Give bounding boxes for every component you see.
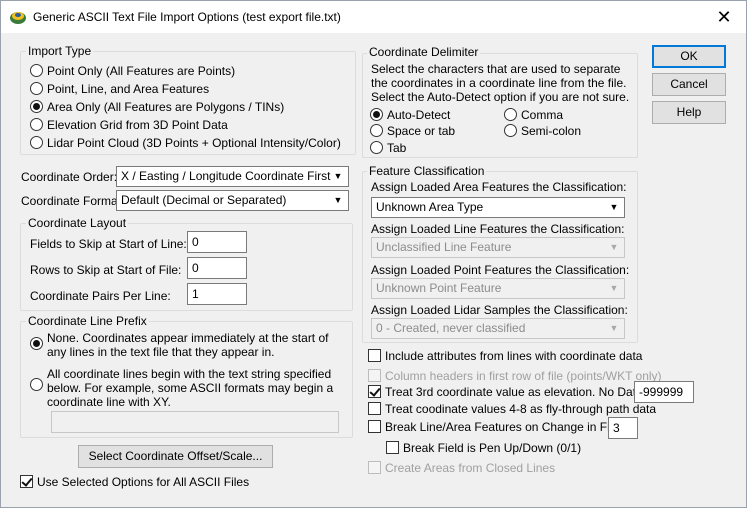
window-title: Generic ASCII Text File Import Options (…	[33, 10, 341, 24]
lidar-class-value: 0 - Created, never classified	[376, 321, 526, 335]
chevron-down-icon: ▼	[609, 202, 619, 212]
help-button[interactable]: Help	[652, 101, 726, 124]
coordinate-order-label: Coordinate Order:	[21, 170, 118, 184]
radio-elevation-grid-label[interactable]: Elevation Grid from 3D Point Data	[47, 118, 228, 132]
semicolon-label[interactable]: Semi-colon	[521, 124, 581, 138]
pairs-per-line-input[interactable]: 1	[187, 283, 247, 305]
fields-skip-input[interactable]: 0	[187, 231, 247, 253]
column-headers-checkbox[interactable]	[368, 369, 381, 382]
lidar-class-label: Assign Loaded Lidar Samples the Classifi…	[371, 303, 628, 317]
radio-prefix-custom[interactable]	[30, 378, 43, 391]
line-prefix-label: Coordinate Line Prefix	[26, 314, 149, 328]
area-class-label: Assign Loaded Area Features the Classifi…	[371, 180, 627, 194]
coordinate-order-select[interactable]: X / Easting / Longitude Coordinate First…	[116, 166, 349, 187]
rows-skip-input[interactable]: 0	[187, 257, 247, 279]
space-tab-label[interactable]: Space or tab	[387, 124, 455, 138]
comma-label[interactable]: Comma	[521, 108, 563, 122]
area-class-value: Unknown Area Type	[376, 200, 484, 214]
radio-area-only[interactable]	[30, 100, 43, 113]
prefix-none-text[interactable]: None. Coordinates appear immediately at …	[47, 331, 337, 359]
radio-lidar-label[interactable]: Lidar Point Cloud (3D Points + Optional …	[47, 136, 341, 150]
radio-semicolon[interactable]	[504, 124, 517, 137]
fields-skip-label: Fields to Skip at Start of Line:	[30, 237, 187, 251]
break-field-input[interactable]: 3	[608, 417, 638, 439]
pairs-per-line-label: Coordinate Pairs Per Line:	[30, 289, 171, 303]
break-pen-label[interactable]: Break Field is Pen Up/Down (0/1)	[403, 441, 581, 455]
coordinate-format-value: Default (Decimal or Separated)	[121, 193, 287, 207]
chevron-down-icon: ▼	[609, 242, 619, 252]
radio-tab[interactable]	[370, 141, 383, 154]
coordinate-order-value: X / Easting / Longitude Coordinate First	[121, 169, 331, 183]
cancel-button[interactable]: Cancel	[652, 73, 726, 96]
tab-label[interactable]: Tab	[387, 141, 406, 155]
feature-classification-label: Feature Classification	[367, 164, 487, 178]
coordinate-layout-label: Coordinate Layout	[26, 216, 129, 230]
point-class-value: Unknown Point Feature	[376, 281, 502, 295]
line-class-label: Assign Loaded Line Features the Classifi…	[371, 222, 625, 236]
break-pen-checkbox[interactable]	[386, 441, 399, 454]
create-areas-label[interactable]: Create Areas from Closed Lines	[385, 461, 555, 475]
include-attrs-label[interactable]: Include attributes from lines with coord…	[385, 349, 642, 363]
chevron-down-icon: ▼	[333, 195, 343, 205]
line-class-value: Unclassified Line Feature	[376, 240, 512, 254]
close-icon[interactable]: ✕	[709, 5, 739, 29]
line-class-select[interactable]: Unclassified Line Feature ▼	[371, 237, 625, 258]
radio-area-only-label[interactable]: Area Only (All Features are Polygons / T…	[47, 100, 284, 114]
use-all-files-label[interactable]: Use Selected Options for All ASCII Files	[37, 475, 249, 489]
auto-detect-label[interactable]: Auto-Detect	[387, 108, 450, 122]
ok-button[interactable]: OK	[652, 45, 726, 68]
treat-3rd-checkbox[interactable]	[368, 385, 381, 398]
point-class-select[interactable]: Unknown Point Feature ▼	[371, 278, 625, 299]
use-all-files-checkbox[interactable]	[20, 475, 33, 488]
radio-auto-detect[interactable]	[370, 108, 383, 121]
break-line-checkbox[interactable]	[368, 420, 381, 433]
chevron-down-icon: ▼	[609, 323, 619, 333]
point-class-label: Assign Loaded Point Features the Classif…	[371, 263, 630, 277]
fly-through-checkbox[interactable]	[368, 402, 381, 415]
break-line-label[interactable]: Break Line/Area Features on Change in Fi…	[385, 420, 626, 434]
prefix-text-input[interactable]	[51, 411, 339, 433]
column-headers-label[interactable]: Column headers in first row of file (poi…	[385, 369, 662, 383]
radio-elevation-grid[interactable]	[30, 118, 43, 131]
nodata-input[interactable]: -999999	[634, 381, 694, 403]
delimiter-description: Select the characters that are used to s…	[371, 62, 630, 104]
import-options-dialog: Generic ASCII Text File Import Options (…	[0, 0, 747, 508]
create-areas-checkbox[interactable]	[368, 461, 381, 474]
delimiter-label: Coordinate Delimiter	[367, 45, 481, 59]
title-bar[interactable]: Generic ASCII Text File Import Options (…	[1, 1, 746, 33]
radio-point-only[interactable]	[30, 64, 43, 77]
select-offset-scale-button[interactable]: Select Coordinate Offset/Scale...	[78, 445, 273, 468]
include-attrs-checkbox[interactable]	[368, 349, 381, 362]
radio-lidar[interactable]	[30, 136, 43, 149]
fly-through-label[interactable]: Treat coodinate values 4-8 as fly-throug…	[385, 402, 656, 416]
radio-point-line-area-label[interactable]: Point, Line, and Area Features	[47, 82, 209, 96]
lidar-class-select[interactable]: 0 - Created, never classified ▼	[371, 318, 625, 339]
coordinate-format-select[interactable]: Default (Decimal or Separated) ▼	[116, 190, 349, 211]
chevron-down-icon: ▼	[333, 171, 343, 181]
area-class-select[interactable]: Unknown Area Type ▼	[371, 197, 625, 218]
radio-space-tab[interactable]	[370, 124, 383, 137]
chevron-down-icon: ▼	[609, 283, 619, 293]
import-type-label: Import Type	[26, 44, 94, 58]
treat-3rd-label[interactable]: Treat 3rd coordinate value as elevation.…	[385, 385, 653, 399]
radio-comma[interactable]	[504, 108, 517, 121]
radio-point-line-area[interactable]	[30, 82, 43, 95]
rows-skip-label: Rows to Skip at Start of File:	[30, 263, 182, 277]
coordinate-format-label: Coordinate Format:	[21, 194, 125, 208]
radio-point-only-label[interactable]: Point Only (All Features are Points)	[47, 64, 235, 78]
radio-prefix-none[interactable]	[30, 337, 43, 350]
app-icon	[10, 12, 26, 24]
prefix-custom-text[interactable]: All coordinate lines begin with the text…	[47, 367, 337, 409]
